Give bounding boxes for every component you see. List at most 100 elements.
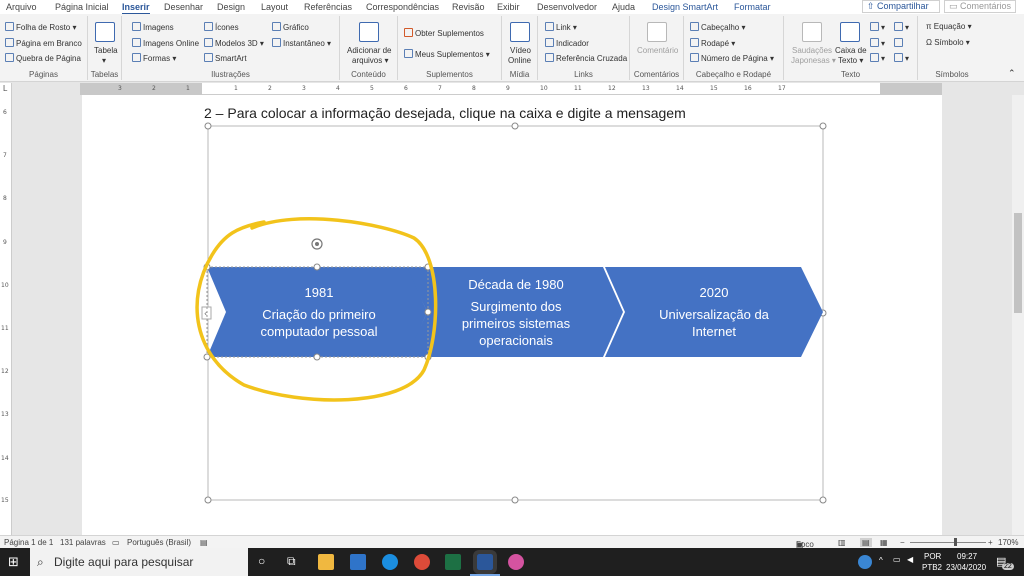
cortana-icon[interactable]: ○ [258, 554, 265, 568]
comentario-button[interactable]: Comentário [637, 46, 678, 55]
language-status[interactable]: Português (Brasil) [127, 538, 191, 547]
modelos-3d-button[interactable]: Modelos 3D ▾ [204, 38, 264, 48]
smartart-button[interactable]: SmartArt [204, 53, 247, 63]
signature-line-button[interactable]: ▾ [894, 22, 909, 32]
cabecalho-button[interactable]: Cabeçalho ▾ [690, 22, 746, 32]
mail-icon[interactable] [350, 554, 366, 570]
formas-button[interactable]: Formas ▾ [132, 53, 176, 63]
ruler-tick: 10 [1, 282, 9, 289]
smartart-label: SmartArt [215, 54, 247, 63]
proofing-icon[interactable]: ▭ [112, 538, 120, 547]
chrome-icon[interactable] [414, 554, 430, 570]
pagina-em-branco-button[interactable]: Página em Branco [5, 38, 82, 48]
referencia-cruzada-button[interactable]: Referência Cruzada [545, 53, 627, 63]
quebra-de-pagina-button[interactable]: Quebra de Página [5, 53, 81, 63]
network-icon[interactable]: ▭ [893, 555, 901, 564]
tab-revisao[interactable]: Revisão [452, 2, 485, 12]
page-count[interactable]: Página 1 de 1 [4, 538, 53, 547]
vertical-ruler[interactable]: 6 7 8 9 10 11 12 13 14 15 [0, 95, 12, 535]
tab-exibir[interactable]: Exibir [497, 2, 520, 12]
simbolo-label: Símbolo [934, 38, 964, 47]
smartart-canvas: ‹ 1981 Criação do primeiro computador pe… [195, 122, 827, 504]
document-page[interactable]: 2 – Para colocar a informação desejada, … [82, 95, 942, 535]
tab-pagina-inicial[interactable]: Página Inicial [55, 2, 109, 12]
japanese-greetings-icon [802, 22, 822, 42]
ruler-tick: 11 [574, 85, 582, 92]
numero-pagina-button[interactable]: Número de Página ▾ [690, 53, 774, 63]
horizontal-ruler[interactable]: 3 2 1 1 2 3 4 5 6 7 8 9 10 11 12 13 14 1… [80, 83, 942, 95]
tab-design-smartart[interactable]: Design SmartArt [652, 2, 718, 12]
file-explorer-icon[interactable] [318, 554, 334, 570]
meus-suplementos-button[interactable]: Meus Suplementos ▾ [404, 49, 490, 59]
tab-formatar[interactable]: Formatar [734, 2, 771, 12]
adicionar-arquivos-button[interactable]: Adicionar de [347, 46, 391, 55]
tab-selector[interactable]: L [0, 83, 12, 95]
chevron-up-icon[interactable]: ^ [879, 556, 883, 565]
task-view-icon[interactable]: ⧉ [287, 554, 296, 569]
volume-icon[interactable]: ◀ [907, 555, 913, 564]
zoom-slider-track[interactable] [910, 542, 986, 543]
excel-icon[interactable] [445, 554, 461, 570]
clock-time[interactable]: 09:27 [957, 552, 977, 561]
word-icon[interactable] [473, 550, 497, 574]
scrollbar-thumb[interactable] [1014, 213, 1022, 313]
imagens-button[interactable]: Imagens [132, 22, 174, 32]
grafico-button[interactable]: Gráfico [272, 22, 309, 32]
wordart-button[interactable]: ▾ [870, 38, 885, 48]
tab-inserir[interactable]: Inserir [122, 2, 150, 15]
indicador-button[interactable]: Indicador [545, 38, 589, 48]
edge-icon[interactable] [382, 554, 398, 570]
web-layout-icon[interactable]: ▦ [880, 538, 888, 547]
read-mode-icon[interactable]: ▥ [838, 538, 846, 547]
zoom-out-icon[interactable]: − [900, 538, 905, 547]
rodape-label: Rodapé [701, 39, 730, 48]
keyboard-language-1[interactable]: POR [924, 552, 941, 561]
tab-correspondencias[interactable]: Correspondências [366, 2, 439, 12]
simbolo-button[interactable]: Ω Símbolo ▾ [926, 38, 970, 47]
video-online-button[interactable]: Vídeo [510, 46, 531, 55]
tab-desenvolvedor[interactable]: Desenvolvedor [537, 2, 597, 12]
folha-de-rosto-button[interactable]: Folha de Rosto ▾ [5, 22, 77, 32]
equacao-label: Equação [933, 22, 966, 31]
help-icon[interactable] [858, 555, 872, 569]
zoom-in-icon[interactable]: + [988, 538, 993, 547]
equacao-button[interactable]: π Equação ▾ [926, 22, 972, 31]
tab-ajuda[interactable]: Ajuda [612, 2, 635, 12]
maps-icon[interactable] [508, 554, 524, 570]
ruler-tick: 5 [370, 85, 374, 92]
quick-parts-button[interactable]: ▾ [870, 22, 885, 32]
windows-start-icon[interactable]: ⊞ [8, 554, 19, 570]
ruler-tick: 2 [268, 85, 272, 92]
imagens-online-button[interactable]: Imagens Online [132, 38, 199, 48]
caixa-texto-button[interactable]: Caixa de [835, 46, 867, 55]
rodape-button[interactable]: Rodapé ▾ [690, 38, 735, 48]
vertical-scrollbar[interactable] [1012, 95, 1024, 535]
tab-desenhar[interactable]: Desenhar [164, 2, 203, 12]
collapse-ribbon-icon[interactable]: ⌃ [1008, 68, 1016, 79]
date-time-button[interactable] [894, 38, 905, 48]
instantaneo-button[interactable]: Instantâneo ▾ [272, 38, 331, 48]
tab-arquivo[interactable]: Arquivo [6, 2, 37, 12]
obter-suplementos-button[interactable]: Obter Suplementos [404, 28, 484, 38]
tab-design[interactable]: Design [217, 2, 245, 12]
tab-referencias[interactable]: Referências [304, 2, 352, 12]
taskbar-search-input[interactable]: ⌕ Digite aqui para pesquisar [30, 548, 248, 576]
share-button[interactable]: ⇧ Compartilhar [862, 0, 940, 13]
zoom-slider-thumb[interactable] [954, 538, 957, 546]
comments-button[interactable]: ▭ Comentários [944, 0, 1016, 13]
tabela-button[interactable]: Tabela [94, 46, 118, 55]
clock-date[interactable]: 23/04/2020 [946, 563, 986, 572]
macro-icon[interactable]: ▤ [200, 538, 208, 547]
keyboard-language-2[interactable]: PTB2 [922, 563, 942, 572]
print-layout-icon[interactable]: ▤ [860, 538, 872, 547]
drop-cap-icon [870, 53, 879, 62]
icones-button[interactable]: Ícones [204, 22, 239, 32]
drop-cap-button[interactable]: ▾ [870, 53, 885, 63]
tab-layout[interactable]: Layout [261, 2, 288, 12]
link-button[interactable]: Link ▾ [545, 22, 577, 32]
online-image-icon [132, 38, 141, 47]
saudacoes-button[interactable]: Saudações [792, 46, 832, 55]
word-count[interactable]: 131 palavras [60, 538, 106, 547]
zoom-level[interactable]: 170% [998, 538, 1018, 547]
object-button[interactable]: ▾ [894, 53, 909, 63]
